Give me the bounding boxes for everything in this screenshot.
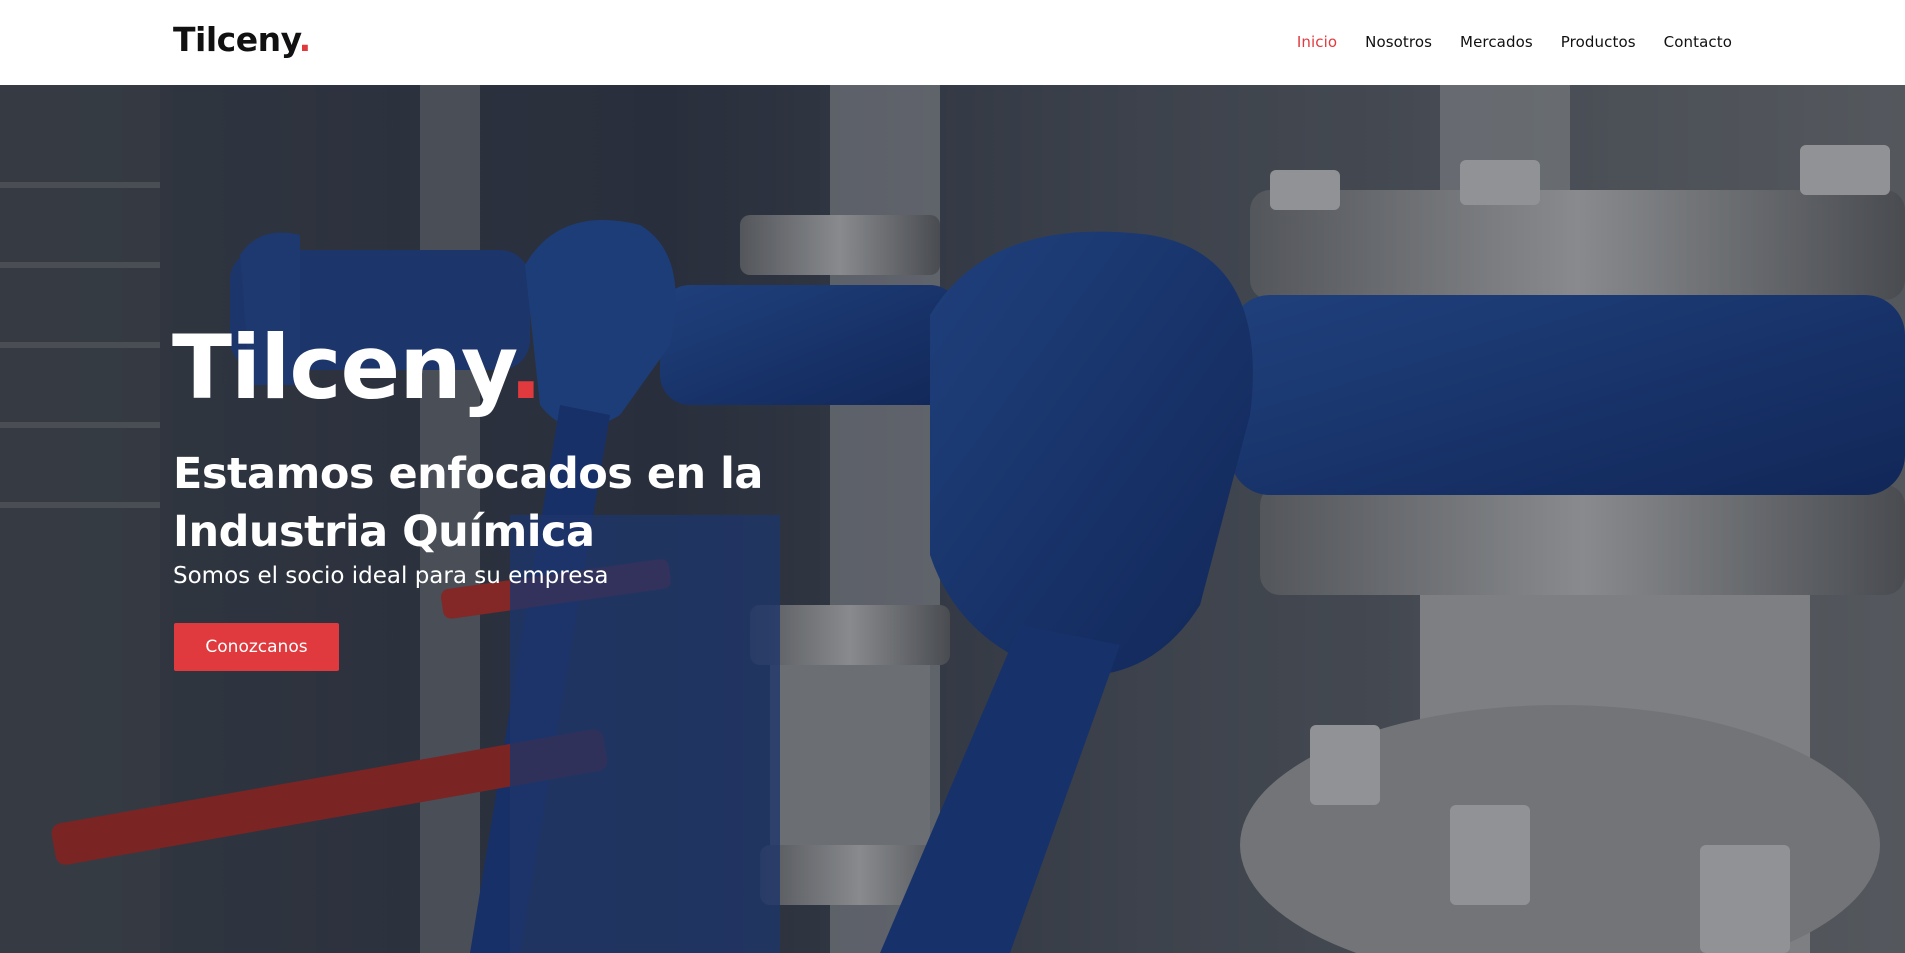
hero-title-text: Tilceny: [172, 316, 510, 419]
nav-item-contacto[interactable]: Contacto: [1664, 33, 1732, 51]
nav-item-nosotros[interactable]: Nosotros: [1365, 33, 1432, 51]
hero-subtitle: Estamos enfocados en la Industria Químic…: [173, 449, 763, 557]
hero-tagline: Somos el socio ideal para su empresa: [173, 563, 609, 589]
nav-item-inicio[interactable]: Inicio: [1297, 33, 1337, 51]
nav-item-productos[interactable]: Productos: [1561, 33, 1636, 51]
hero-title: Tilceny.: [172, 324, 543, 412]
logo-text: Tilceny: [173, 20, 299, 59]
main-nav: Inicio Nosotros Mercados Productos Conta…: [1297, 33, 1732, 51]
nav-item-mercados[interactable]: Mercados: [1460, 33, 1533, 51]
hero-section: Tilceny. Estamos enfocados en la Industr…: [0, 85, 1905, 953]
site-logo[interactable]: Tilceny.: [173, 20, 311, 59]
site-header: Tilceny. Inicio Nosotros Mercados Produc…: [0, 0, 1905, 85]
conozcanos-button[interactable]: Conozcanos: [174, 623, 339, 671]
hero-title-dot: .: [509, 316, 542, 419]
logo-dot: .: [298, 20, 312, 59]
